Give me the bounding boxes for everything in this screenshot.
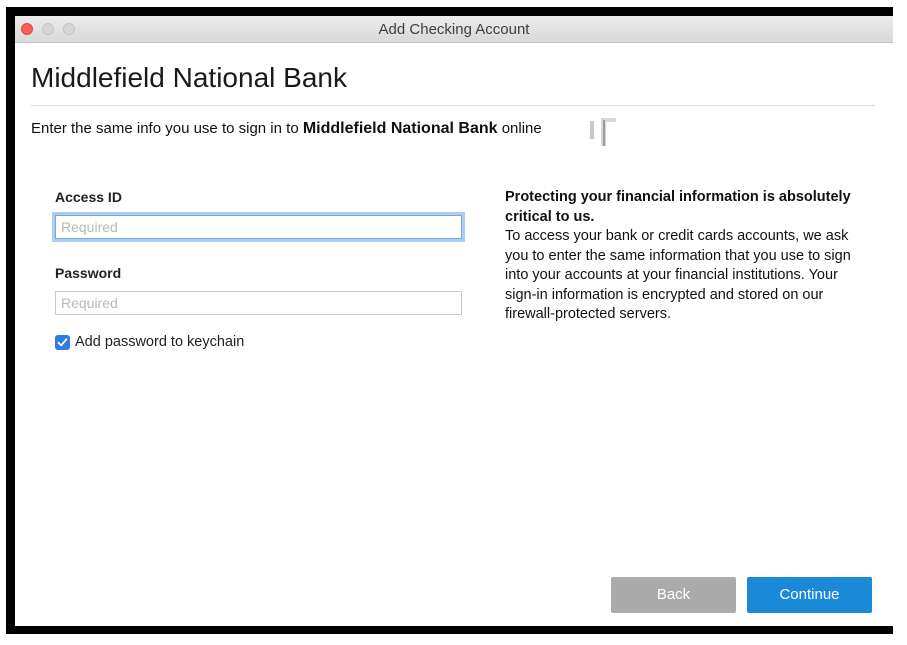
- access-id-input[interactable]: [55, 215, 462, 239]
- security-info-body: To access your bank or credit cards acco…: [505, 228, 851, 322]
- sign-in-instruction: Enter the same info you use to sign in t…: [31, 120, 542, 138]
- add-account-window: Add Checking Account Middlefield Nationa…: [15, 16, 893, 626]
- window-title: Add Checking Account: [378, 21, 530, 38]
- instruction-suffix: online: [501, 120, 542, 137]
- back-button[interactable]: Back: [611, 577, 736, 613]
- screenshot-frame: Add Checking Account Middlefield Nationa…: [6, 7, 893, 634]
- header-divider: [31, 105, 875, 106]
- bank-name-heading: Middlefield National Bank: [31, 62, 347, 93]
- instruction-bank-name: Middlefield National Bank: [302, 120, 498, 137]
- security-info-heading: Protecting your financial information is…: [505, 189, 851, 225]
- security-info: Protecting your financial information is…: [505, 188, 867, 325]
- title-bar: Add Checking Account: [15, 16, 893, 43]
- bank-logo-icon: [589, 117, 619, 147]
- access-id-label: Access ID: [55, 189, 122, 205]
- keychain-checkbox[interactable]: [55, 335, 70, 350]
- password-input[interactable]: [55, 291, 462, 315]
- instruction-prefix: Enter the same info you use to sign in t…: [31, 120, 299, 137]
- keychain-checkbox-label[interactable]: Add password to keychain: [75, 334, 244, 350]
- continue-button[interactable]: Continue: [747, 577, 872, 613]
- checkmark-icon: [57, 338, 68, 347]
- password-label: Password: [55, 265, 122, 281]
